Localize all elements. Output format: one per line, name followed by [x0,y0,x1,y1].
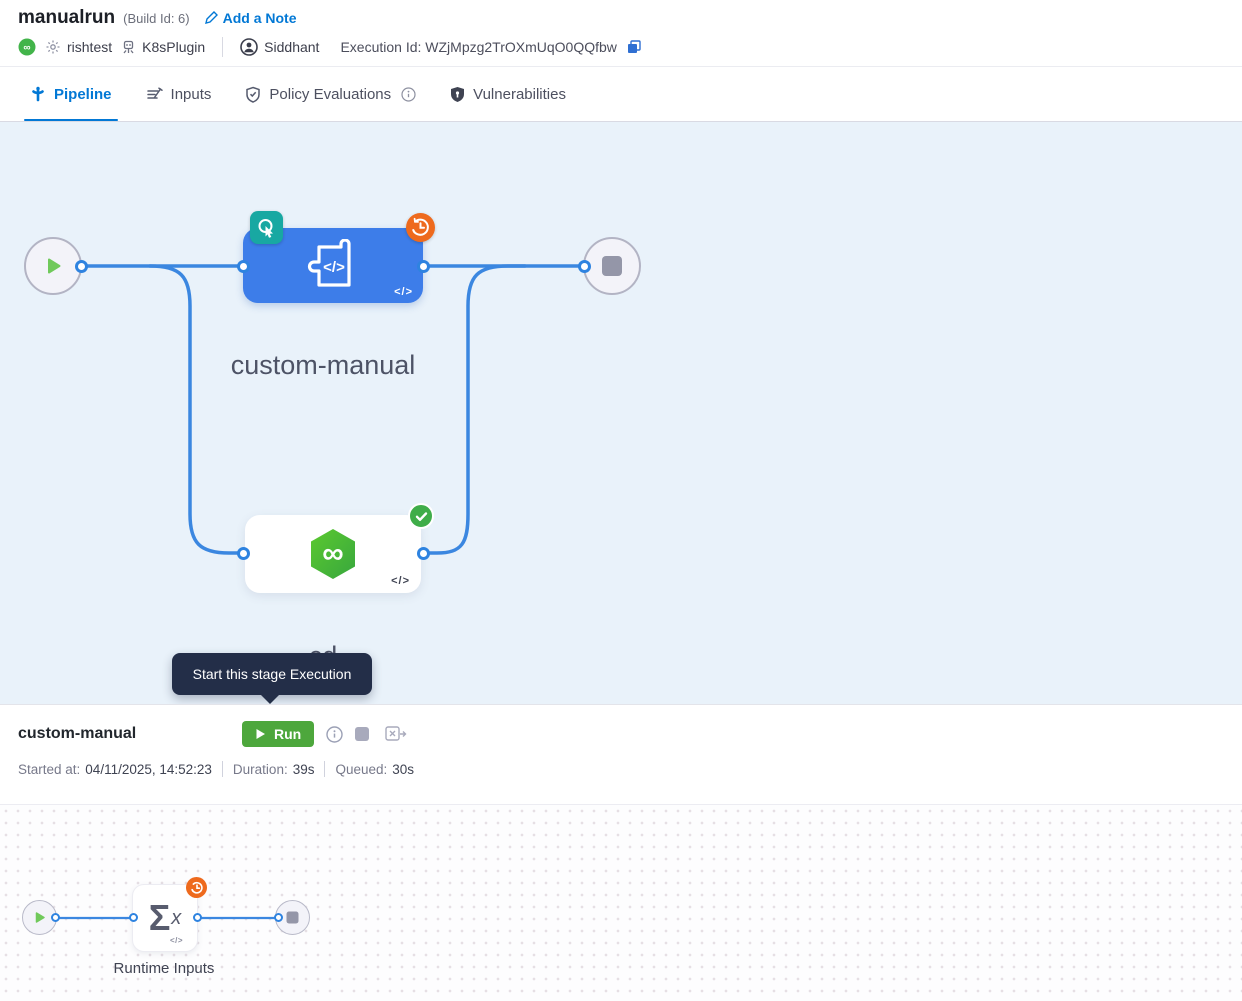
vertical-divider [222,37,223,57]
policy-shield-icon [245,86,261,103]
build-id-label: (Build Id: 6) [123,11,189,26]
tab-label: Pipeline [54,86,112,103]
template-name: K8sPlugin [142,39,205,55]
harness-cd-icon: ∞ [307,527,359,581]
manual-trigger-badge-icon [250,211,283,244]
tab-label: Inputs [171,86,212,103]
link-point[interactable] [578,260,591,273]
add-note-label: Add a Note [223,10,297,26]
tab-policy-evaluations[interactable]: Policy Evaluations [233,67,428,121]
meta-divider [222,761,223,777]
svg-text:∞: ∞ [23,43,30,54]
delegate-icon [121,39,136,55]
copy-icon[interactable] [626,39,642,55]
pipeline-tab-icon [30,86,46,102]
success-check-icon [408,503,434,529]
link-point[interactable] [51,913,60,922]
harness-pipeline-icon: ∞ [18,38,36,56]
sigma-x-glyph: x [171,907,181,930]
add-note-button[interactable]: Add a Note [204,10,297,26]
stop-icon [600,254,624,278]
user-name: Siddhant [264,39,319,55]
sigma-icon: Σ [149,900,171,936]
link-point[interactable] [75,260,88,273]
run-play-icon [255,728,266,740]
project-breadcrumb[interactable]: rishtest [45,39,112,55]
link-point[interactable] [193,913,202,922]
stop-icon [286,911,299,924]
link-point[interactable] [237,547,250,560]
code-tag: </> [391,575,410,587]
code-tag: </> [394,286,413,298]
timer-badge-icon [186,877,207,898]
user-icon [240,38,258,56]
stage-node-cd[interactable]: ∞ </> [245,515,421,593]
stage-actions-row: custom-manual Run [18,719,1224,749]
tab-label: Vulnerabilities [473,86,566,103]
page-title: manualrun [18,7,115,29]
inputs-tab-icon [146,86,163,102]
pipeline-start-node[interactable] [24,237,82,295]
timer-badge-icon [406,213,435,242]
runtime-inputs-label[interactable]: Runtime Inputs [64,960,264,977]
run-button[interactable]: Run [242,721,314,747]
info-icon[interactable] [326,726,343,743]
tab-pipeline[interactable]: Pipeline [18,67,124,121]
meta-divider [324,761,325,777]
link-point[interactable] [417,260,430,273]
svg-text:∞: ∞ [322,537,343,570]
user-breadcrumb: Siddhant [240,38,319,56]
link-point[interactable] [417,547,430,560]
duration-value: 39s [293,762,315,777]
play-icon [42,255,64,277]
svg-text:</>: </> [323,259,345,276]
gear-icon [45,39,61,55]
run-button-label: Run [274,726,301,742]
pencil-icon [204,11,218,25]
stage-execution-canvas[interactable]: Σx </> Runtime Inputs [0,804,1242,1001]
stage-details-bar: custom-manual Run Started at: 04/11/2025… [0,704,1242,804]
link-point[interactable] [274,913,283,922]
play-icon [33,911,46,924]
custom-stage-icon: </> [307,239,359,293]
pipeline-canvas[interactable]: </> </> ∞ </> [0,122,1242,704]
tab-label: Policy Evaluations [269,86,391,103]
template-breadcrumb[interactable]: K8sPlugin [121,39,205,55]
header-breadcrumb-row: ∞ rishtest K8sPlugin Siddhant Execution … [0,32,1242,66]
pipeline-end-node[interactable] [583,237,641,295]
stop-square-icon[interactable] [355,727,369,741]
run-tooltip: Start this stage Execution [172,653,372,695]
code-tag: </> [170,936,183,945]
link-point[interactable] [129,913,138,922]
stage-label-custom-manual[interactable]: custom-manual [163,350,483,381]
tab-inputs[interactable]: Inputs [134,67,224,121]
execution-header: manualrun (Build Id: 6) Add a Note ∞ ris… [0,0,1242,67]
queued-value: 30s [392,762,414,777]
vulnerabilities-shield-icon [450,86,465,103]
stage-name: custom-manual [18,725,242,743]
started-at-label: Started at: [18,762,80,777]
started-at-value: 04/11/2025, 14:52:23 [85,762,212,777]
link-point[interactable] [237,260,250,273]
connection-wires [0,122,1242,704]
duration-label: Duration: [233,762,288,777]
header-title-row: manualrun (Build Id: 6) Add a Note [0,0,1242,32]
execution-id-label: Execution Id: WZjMpzg2TrOXmUqO0QQfbw [340,39,616,55]
tooltip-text: Start this stage Execution [193,666,352,682]
stage-meta-row: Started at: 04/11/2025, 14:52:23 Duratio… [18,761,1224,777]
tab-bar: Pipeline Inputs Policy Evaluations Vulne… [0,67,1242,122]
info-circle-icon [401,87,416,102]
tab-vulnerabilities[interactable]: Vulnerabilities [438,67,578,121]
project-name: rishtest [67,39,112,55]
queued-label: Queued: [335,762,387,777]
abort-exit-icon[interactable] [385,726,407,742]
